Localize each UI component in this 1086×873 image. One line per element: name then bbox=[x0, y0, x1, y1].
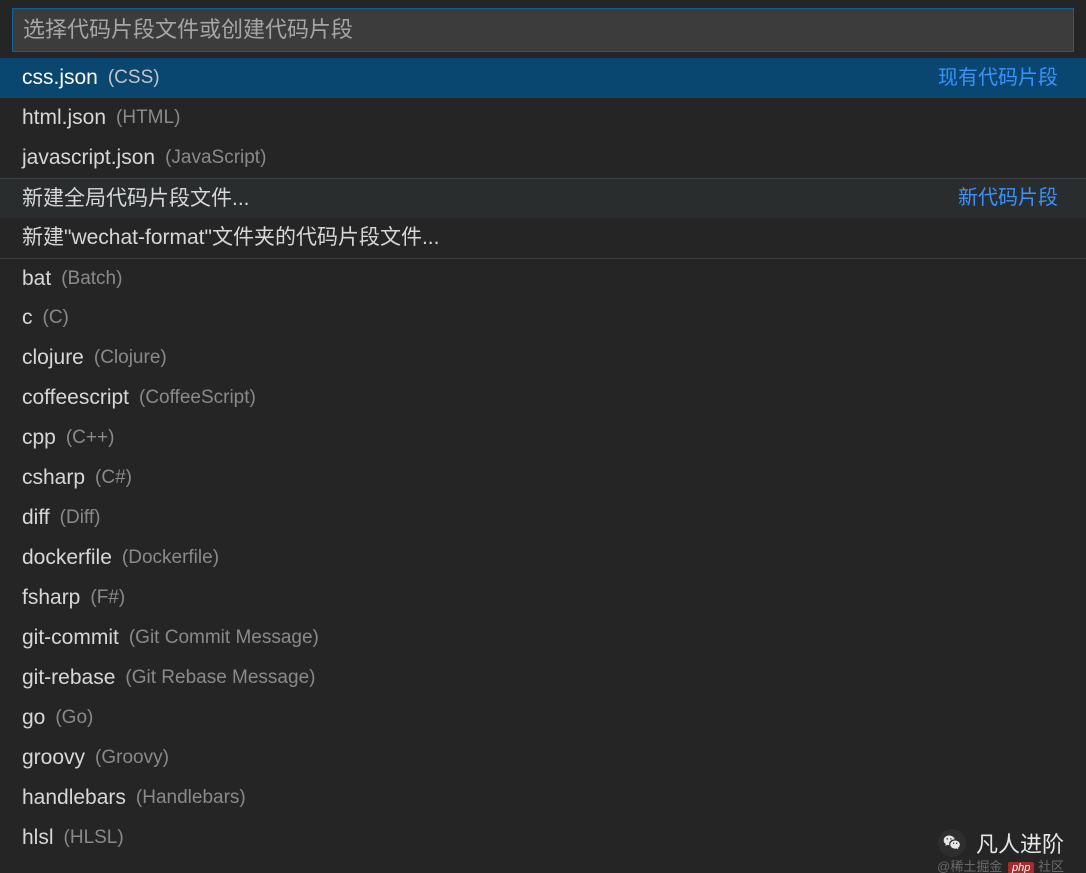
input-container bbox=[12, 8, 1074, 52]
snippet-existing-item[interactable]: html.json(HTML) bbox=[0, 98, 1086, 138]
php-badge: php bbox=[1008, 862, 1034, 873]
snippet-language-item[interactable]: cpp (C++) bbox=[0, 418, 1086, 458]
list-item-primary: git-commit bbox=[22, 618, 119, 658]
snippet-language-item[interactable]: bat (Batch) bbox=[0, 258, 1086, 298]
sub-watermark-suffix: 社区 bbox=[1038, 859, 1064, 873]
list-item-primary: go bbox=[22, 698, 45, 738]
snippet-language-item[interactable]: diff (Diff) bbox=[0, 498, 1086, 538]
snippet-language-item[interactable]: git-rebase(Git Rebase Message) bbox=[0, 658, 1086, 698]
snippet-language-item[interactable]: fsharp (F#) bbox=[0, 578, 1086, 618]
snippet-search-input[interactable] bbox=[12, 8, 1074, 52]
list-item-secondary: (Go) bbox=[55, 698, 93, 738]
snippet-language-item[interactable]: hlsl (HLSL) bbox=[0, 818, 1086, 858]
list-item-primary: git-rebase bbox=[22, 658, 115, 698]
list-item-primary: dockerfile bbox=[22, 538, 112, 578]
list-item-secondary: (C++) bbox=[66, 418, 115, 458]
list-item-secondary: (HTML) bbox=[116, 98, 180, 138]
snippet-language-item[interactable]: git-commit(Git Commit Message) bbox=[0, 618, 1086, 658]
list-item-primary: css.json bbox=[22, 58, 98, 98]
list-item-secondary: (C) bbox=[43, 298, 69, 338]
list-item-primary: bat bbox=[22, 259, 51, 299]
snippet-existing-item[interactable]: javascript.json(JavaScript) bbox=[0, 138, 1086, 178]
list-item-secondary: (Clojure) bbox=[94, 338, 167, 378]
list-item-secondary: (Handlebars) bbox=[136, 778, 246, 818]
sub-watermark-prefix: @稀土掘金 bbox=[937, 859, 1002, 873]
list-item-primary: groovy bbox=[22, 738, 85, 778]
sub-watermark: @稀土掘金 php 社区 bbox=[937, 856, 1064, 873]
list-item-secondary: (Groovy) bbox=[95, 738, 169, 778]
list-item-secondary: (C#) bbox=[95, 458, 132, 498]
list-item-primary: coffeescript bbox=[22, 378, 129, 418]
list-item-secondary: (HLSL) bbox=[64, 818, 124, 858]
snippet-language-item[interactable]: handlebars(Handlebars) bbox=[0, 778, 1086, 818]
snippet-language-item[interactable]: csharp (C#) bbox=[0, 458, 1086, 498]
list-item-secondary: (Git Rebase Message) bbox=[125, 658, 315, 698]
snippet-existing-item[interactable]: css.json(CSS) bbox=[0, 58, 1086, 98]
list-item-secondary: (Git Commit Message) bbox=[129, 618, 319, 658]
list-item-primary: html.json bbox=[22, 98, 106, 138]
list-item-primary: clojure bbox=[22, 338, 84, 378]
snippet-language-item[interactable]: clojure(Clojure) bbox=[0, 338, 1086, 378]
list-item-primary: handlebars bbox=[22, 778, 126, 818]
list-item-secondary: (CSS) bbox=[108, 58, 160, 98]
snippet-language-item[interactable]: groovy(Groovy) bbox=[0, 738, 1086, 778]
list-item-secondary: (CoffeeScript) bbox=[139, 378, 256, 418]
list-item-secondary: (JavaScript) bbox=[165, 138, 266, 178]
snippet-language-item[interactable]: dockerfile(Dockerfile) bbox=[0, 538, 1086, 578]
list-item-secondary: (F#) bbox=[90, 578, 125, 618]
list-item-primary: fsharp bbox=[22, 578, 80, 618]
list-item-primary: c bbox=[22, 298, 33, 338]
list-item-primary: 新建"wechat-format"文件夹的代码片段文件... bbox=[22, 218, 439, 258]
list-item-secondary: (Dockerfile) bbox=[122, 538, 219, 578]
snippet-language-item[interactable]: go (Go) bbox=[0, 698, 1086, 738]
list-item-primary: hlsl bbox=[22, 818, 54, 858]
snippet-language-item[interactable]: coffeescript(CoffeeScript) bbox=[0, 378, 1086, 418]
list-item-primary: csharp bbox=[22, 458, 85, 498]
snippet-new-item[interactable]: 新建全局代码片段文件... bbox=[0, 178, 1086, 218]
list-item-primary: diff bbox=[22, 498, 50, 538]
list-item-primary: 新建全局代码片段文件... bbox=[22, 179, 250, 219]
snippet-language-item[interactable]: c (C) bbox=[0, 298, 1086, 338]
list-item-primary: cpp bbox=[22, 418, 56, 458]
snippet-new-item[interactable]: 新建"wechat-format"文件夹的代码片段文件... bbox=[0, 218, 1086, 258]
command-palette: css.json(CSS)html.json(HTML)javascript.j… bbox=[0, 0, 1086, 873]
snippet-list: css.json(CSS)html.json(HTML)javascript.j… bbox=[0, 58, 1086, 858]
list-item-secondary: (Batch) bbox=[61, 259, 122, 299]
list-item-secondary: (Diff) bbox=[60, 498, 101, 538]
list-item-primary: javascript.json bbox=[22, 138, 155, 178]
